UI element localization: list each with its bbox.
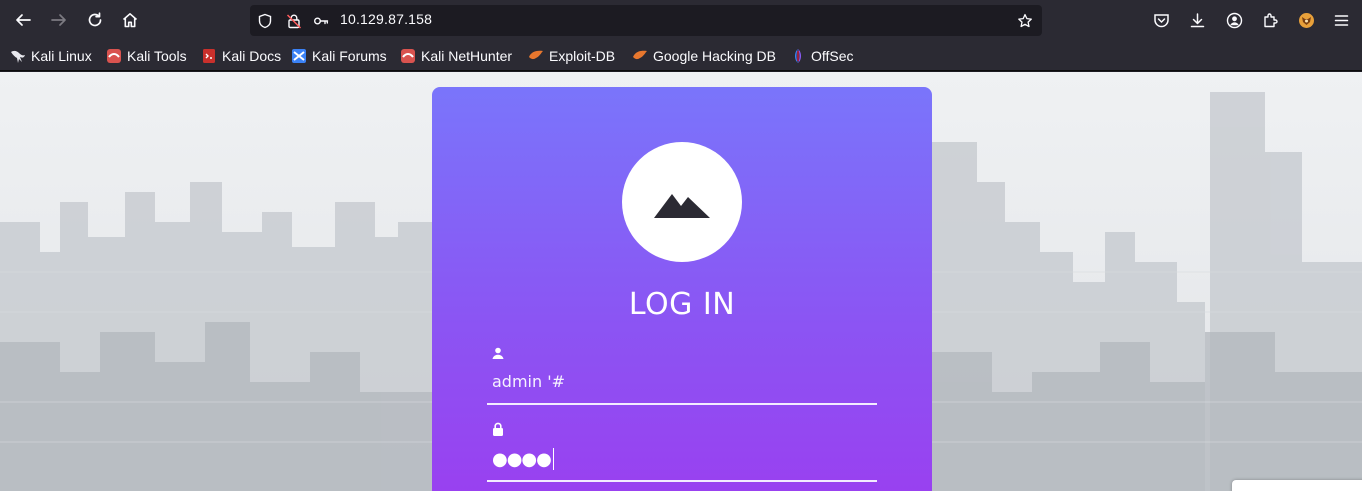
exploit-db-icon (529, 50, 543, 60)
corner-widget[interactable] (1232, 480, 1362, 491)
pocket-button[interactable] (1151, 10, 1171, 30)
bookmark-kali-nethunter[interactable]: Kali NetHunter (400, 46, 512, 66)
web-page: LOG IN admin '# ●●●● (0, 72, 1362, 491)
password-mask: ●●●● (492, 448, 552, 470)
bookmark-label: Kali Linux (31, 48, 92, 64)
bookmarks-toolbar: Kali Linux Kali Tools Kali Docs Kali For… (0, 40, 1362, 71)
lock-icon (491, 421, 505, 436)
account-icon (1226, 12, 1242, 28)
shield-icon[interactable] (256, 12, 274, 30)
bookmark-label: Kali Forums (312, 48, 387, 64)
foxyproxy-button[interactable] (1296, 10, 1316, 30)
bookmark-label: OffSec (811, 48, 854, 64)
bookmark-kali-docs[interactable]: Kali Docs (201, 46, 281, 66)
puzzle-icon (1263, 12, 1278, 27)
home-icon (122, 13, 138, 28)
bookmark-label: Kali Tools (127, 48, 187, 64)
reload-button[interactable] (83, 8, 107, 32)
bookmark-exploit-db[interactable]: Exploit-DB (528, 46, 615, 66)
browser-toolbar: 10.129.87.158 (0, 0, 1362, 40)
kali-tools-icon (107, 49, 121, 63)
hamburger-menu-icon (1334, 14, 1348, 26)
bookmark-kali-tools[interactable]: Kali Tools (106, 46, 187, 66)
ghdb-icon (633, 50, 647, 60)
fox-extension-icon (1298, 12, 1314, 28)
mountain-icon (654, 194, 710, 218)
insecure-lock-icon[interactable] (285, 12, 303, 30)
bookmark-label: Google Hacking DB (653, 48, 776, 64)
page-title: LOG IN (628, 287, 736, 322)
bookmark-label: Exploit-DB (549, 48, 616, 64)
kali-docs-icon (203, 49, 215, 63)
bookmark-star-icon[interactable] (1016, 12, 1034, 30)
arrow-left-icon (16, 14, 31, 26)
bookmark-label: Kali Docs (222, 48, 282, 64)
back-button[interactable] (11, 8, 35, 32)
bookmark-kali-forums[interactable]: Kali Forums (291, 46, 387, 66)
kali-nethunter-icon (401, 49, 415, 63)
home-button[interactable] (118, 8, 142, 32)
logo-avatar (622, 142, 742, 262)
kali-forums-icon (292, 49, 306, 63)
arrow-right-icon (51, 14, 66, 26)
downloads-button[interactable] (1187, 10, 1207, 30)
login-card: LOG IN admin '# ●●●● (432, 87, 932, 491)
user-icon (491, 345, 505, 359)
username-value: admin '# (492, 372, 566, 391)
text-caret (552, 448, 554, 470)
key-icon[interactable] (312, 12, 330, 30)
kali-dragon-icon (11, 50, 25, 63)
url-text[interactable]: 10.129.87.158 (340, 11, 432, 27)
account-button[interactable] (1224, 10, 1244, 30)
reload-icon (88, 12, 102, 27)
bookmark-kali-linux[interactable]: Kali Linux (10, 46, 92, 66)
download-icon (1190, 12, 1204, 27)
url-bar[interactable]: 10.129.87.158 (250, 5, 1042, 36)
menu-button[interactable] (1331, 10, 1351, 30)
forward-button[interactable] (47, 8, 71, 32)
password-value: ●●●● (492, 448, 554, 470)
extensions-button[interactable] (1260, 10, 1280, 30)
offsec-icon (795, 49, 801, 63)
bookmark-label: Kali NetHunter (421, 48, 513, 64)
pocket-icon (1153, 13, 1169, 27)
bookmark-google-hacking-db[interactable]: Google Hacking DB (632, 46, 776, 66)
bookmark-offsec[interactable]: OffSec (790, 46, 854, 66)
